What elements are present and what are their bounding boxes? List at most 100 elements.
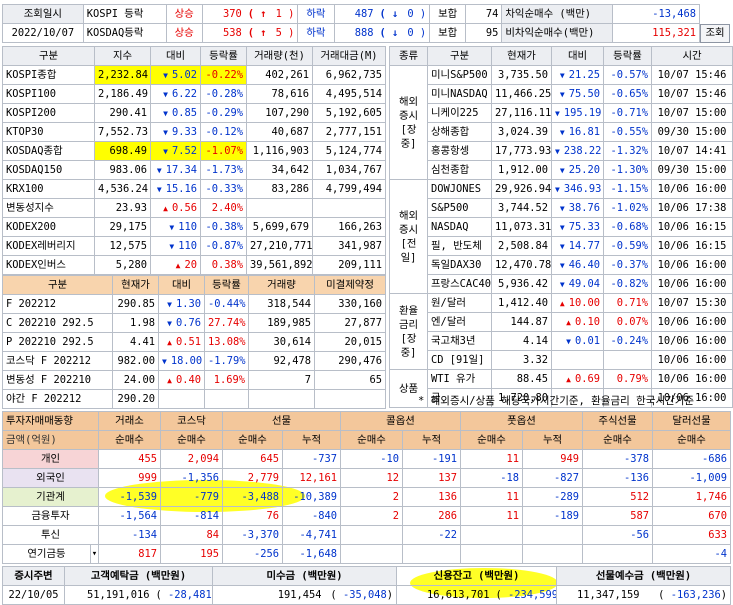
world-rate: -0.71% xyxy=(603,103,652,123)
world-value: 11,466.25 xyxy=(491,84,552,104)
index-change-value: 0.85 xyxy=(171,106,197,119)
investor-value: 2 xyxy=(340,506,404,526)
index-volume: 27,210,771 xyxy=(246,236,313,256)
world-name: WTI 유가 xyxy=(427,369,492,389)
futures-volume: 30,614 xyxy=(248,332,315,352)
world-rate: -0.65% xyxy=(603,84,652,104)
investor-subheader: 순매수 xyxy=(98,430,162,450)
index-amount: 5,192,605 xyxy=(312,103,386,123)
investor-value xyxy=(340,525,404,545)
investor-subheader: 누적 xyxy=(402,430,462,450)
futures-volume xyxy=(248,389,315,409)
world-rate: -0.59% xyxy=(603,236,652,256)
index-change-value: 20 xyxy=(184,258,197,271)
futures-name: F 202212 xyxy=(2,294,113,314)
index-name: KOSPI100 xyxy=(2,84,95,104)
index-rate: -0.38% xyxy=(200,217,247,237)
investor-group-header: 달러선물 xyxy=(652,411,732,431)
investor-value: 645 xyxy=(222,449,284,469)
arbitrage-value: -13,468 xyxy=(611,4,701,24)
world-change: ▼ 21.25 xyxy=(551,65,604,85)
index-value: 4,536.24 xyxy=(94,179,151,199)
index-rate: -0.29% xyxy=(200,103,247,123)
world-rate: 0.79% xyxy=(603,369,652,389)
investor-subheader: 순매수 xyxy=(460,430,524,450)
kosdaq-updown-label: KOSDAQ등락 xyxy=(82,23,167,43)
index-value: 5,280 xyxy=(94,255,151,275)
index-amount: 5,124,774 xyxy=(312,141,386,161)
futures-volume: 318,544 xyxy=(248,294,315,314)
futures-oi: 290,476 xyxy=(314,351,386,371)
world-name: 엔/달러 xyxy=(427,312,492,332)
index-volume: 34,642 xyxy=(246,160,313,180)
futures-col-header: 구분 xyxy=(2,275,113,295)
world-change: ▼ 16.81 xyxy=(551,122,604,142)
index-name: KODEX레버리지 xyxy=(2,236,95,256)
flat-label: 보합 xyxy=(429,4,467,24)
world-time: 09/30 15:00 xyxy=(651,122,733,142)
investor-subheader: 누적 xyxy=(522,430,584,450)
index-change-value: 0.56 xyxy=(171,201,197,214)
world-value: 2,508.84 xyxy=(491,236,552,256)
triangle-icon: ▼ xyxy=(559,127,565,137)
index-amount: 1,034,767 xyxy=(312,160,386,180)
index-change: ▼ 5.02 xyxy=(150,65,201,85)
investor-group-header: 코스닥 xyxy=(160,411,224,431)
triangle-icon: ▼ xyxy=(163,127,168,137)
world-rate: -0.37% xyxy=(603,255,652,275)
investor-value: 949 xyxy=(522,449,584,469)
table-row: P 202210 292.5 4.41 ▲ 0.51 13.08% 30,614 20,01… xyxy=(2,332,386,352)
investor-group-header: 주식선물 xyxy=(582,411,654,431)
investor-subheader: 순매수 xyxy=(340,430,404,450)
investor-value: 84 xyxy=(160,525,224,545)
investor-name: 투신 xyxy=(1,525,100,545)
futures-name: P 202210 292.5 xyxy=(2,332,113,352)
index-col-header: 대비 xyxy=(150,46,201,66)
futures-value: 4.41 xyxy=(112,332,159,352)
investor-value: -840 xyxy=(282,506,342,526)
triangle-icon: ▼ xyxy=(163,70,168,80)
futures-value: 982.00 xyxy=(112,351,159,371)
world-change-value: 0.01 xyxy=(574,334,600,347)
down-count: 487 xyxy=(333,4,377,24)
investor-value: 817 xyxy=(98,544,162,564)
futures-value: 290.85 xyxy=(112,294,159,314)
index-amount: 209,111 xyxy=(312,255,386,275)
index-value: 290.41 xyxy=(94,103,151,123)
investor-value: 11 xyxy=(460,506,524,526)
dropdown-icon[interactable]: ▾ xyxy=(89,544,100,564)
futures-rate xyxy=(204,389,249,409)
index-change-value: 110 xyxy=(178,239,197,252)
investor-value: -1,564 xyxy=(98,506,162,526)
world-group-label: 환율금리[장중] xyxy=(389,293,428,370)
investor-value xyxy=(522,525,584,545)
world-name: 원/달러 xyxy=(427,293,492,313)
query-button[interactable]: 조회 xyxy=(700,24,730,43)
investor-value xyxy=(460,525,524,545)
index-col-header: 거래대금(M) xyxy=(312,46,386,66)
world-value: 11,073.31 xyxy=(491,217,552,237)
flat-label-2: 보합 xyxy=(429,23,467,43)
world-value: 17,773.93 xyxy=(491,141,552,161)
triangle-icon: ▲ xyxy=(566,317,571,327)
table-row: 해외증시[전일] DOWJONES 29,926.94 ▼ 346.93 -1.15% 10… xyxy=(389,179,733,294)
receivable-header: 미수금 (백만원) xyxy=(212,566,397,586)
up-label-2: 상승 xyxy=(165,23,203,43)
triangle-icon: ▼ xyxy=(559,89,565,99)
deposit-table: 증시주변 고객예탁금 (백만원) 미수금 (백만원) 신용잔고 (백만원) 선물… xyxy=(2,566,731,605)
table-row: KOSDAQ150 983.06 ▼ 17.34 -1.73% 34,642 1,034,7… xyxy=(2,160,386,180)
triangle-icon: ▼ xyxy=(566,336,571,346)
world-change-value: 16.81 xyxy=(568,125,600,138)
index-change: ▼ 110 xyxy=(150,217,201,237)
futures-change-value: 0.40 xyxy=(175,373,201,386)
index-name: KOSPI200 xyxy=(2,103,95,123)
index-col-header: 거래량(천) xyxy=(246,46,313,66)
investor-subheader: 순매수 xyxy=(160,430,224,450)
world-time: 10/07 15:46 xyxy=(651,84,733,104)
deposit-date: 22/10/05 xyxy=(2,585,65,605)
index-col-header: 지수 xyxy=(94,46,151,66)
investor-value xyxy=(402,544,462,564)
table-row: 코스닥 F 202212 982.00 ▼ 18.00 -1.79% 92,478 290,… xyxy=(2,351,386,371)
world-change: ▼ 75.50 xyxy=(551,84,604,104)
world-change-value: 238.22 xyxy=(563,144,602,157)
